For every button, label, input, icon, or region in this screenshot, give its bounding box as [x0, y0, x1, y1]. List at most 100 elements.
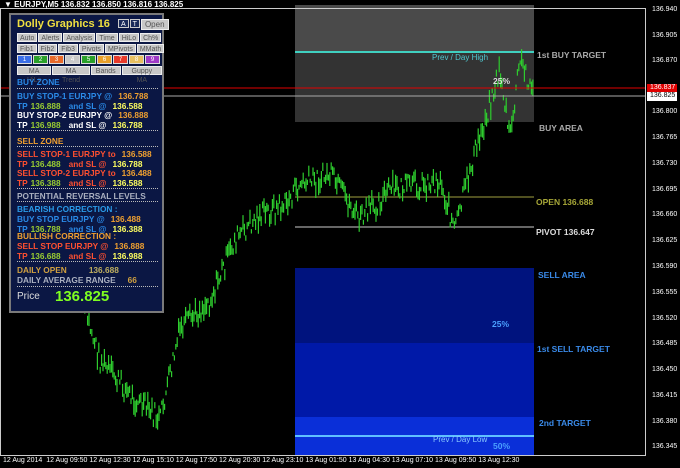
order-text: BUY STOP EURJPY @: [17, 214, 105, 224]
order-sell1-tp-sl: TP 136.488 and SL @ 136.788: [17, 159, 143, 169]
y-tick-label: 136.485: [652, 340, 678, 347]
tp-label: TP: [17, 250, 28, 261]
pivot-label: PIVOT 136.647: [536, 227, 595, 237]
color-button-8[interactable]: 8: [129, 55, 144, 64]
bid-price-label: 136.825: [650, 92, 676, 99]
x-tick-label: 12 Aug 12:30: [89, 457, 131, 464]
prev-day-high-label: Prev / Day High: [432, 53, 489, 62]
y-tick-label: 136.695: [652, 186, 678, 193]
order-text: BUY STOP-2 EURJPY @: [17, 110, 113, 120]
order-price: 136.888: [114, 241, 145, 251]
sell-area-label: SELL AREA: [538, 270, 586, 280]
color-button-2[interactable]: 2: [33, 55, 48, 64]
tp-label: TP: [17, 177, 28, 188]
sl-label: and SL @: [68, 158, 107, 169]
panel-button-mmath[interactable]: MMath: [136, 44, 165, 53]
tp-value: 136.688: [30, 250, 61, 261]
x-tick-label: 12 Aug 20:30: [219, 457, 261, 464]
ask-price-label: 136.837: [650, 84, 676, 91]
panel-button-analysis[interactable]: Analysis: [63, 33, 96, 42]
dar-value: 66: [127, 275, 137, 285]
y-tick-label: 136.590: [652, 263, 678, 270]
color-button-6[interactable]: 6: [97, 55, 112, 64]
panel-button-auto[interactable]: Auto: [17, 33, 38, 42]
panel-button-fib2[interactable]: Fib2: [37, 44, 58, 53]
y-tick-label: 136.450: [652, 366, 678, 373]
order-bear: BUY STOP EURJPY @ 136.488: [17, 214, 141, 224]
panel-button-ma-hilo[interactable]: MA HiLo: [17, 66, 52, 84]
second-target-label: 2nd TARGET: [539, 418, 591, 428]
panel-button-ch-[interactable]: Ch%: [140, 33, 162, 42]
x-tick-label: 13 Aug 09:50: [435, 457, 477, 464]
panel-button-fib3[interactable]: Fib3: [58, 44, 78, 53]
buy-area-label: BUY AREA: [539, 123, 583, 133]
buy-area-zone: [295, 52, 534, 122]
y-tick-label: 136.905: [652, 32, 678, 39]
buy-zone-upper: [295, 5, 534, 52]
divider: [17, 201, 158, 202]
order-buy2-tp-sl: TP 136.988 and SL @ 136.788: [17, 120, 143, 130]
x-tick-label: 13 Aug 12:30: [478, 457, 520, 464]
y-tick-label: 136.660: [652, 211, 678, 218]
divider: [17, 130, 158, 131]
y-tick-label: 136.520: [652, 315, 678, 322]
sl-value: 136.388: [112, 223, 143, 234]
x-tick-label: 12 Aug 15:10: [132, 457, 174, 464]
panel-button-hilo[interactable]: HiLo: [118, 33, 140, 42]
tp-label: TP: [17, 100, 28, 111]
y-tick-label: 136.380: [652, 418, 678, 425]
panel-button-alerts[interactable]: Alerts: [38, 33, 63, 42]
order-sell2-tp-sl: TP 136.388 and SL @ 136.588: [17, 178, 143, 188]
color-button-7[interactable]: 7: [113, 55, 128, 64]
panel-button-bands[interactable]: Bands: [90, 66, 121, 75]
order-price: 136.588: [121, 149, 152, 159]
open-button[interactable]: Open: [140, 19, 169, 30]
prev-day-low-label: Prev / Day Low: [433, 435, 488, 444]
order-price: 136.888: [118, 110, 149, 120]
y-tick-label: 136.940: [652, 6, 678, 13]
low-50-label: 50%: [493, 441, 511, 451]
tp-label: TP: [17, 119, 28, 130]
sell-target-zone: [295, 343, 534, 417]
potential-reversal-heading: POTENTIAL REVERSAL LEVELS: [17, 191, 146, 201]
panel-button-pivots[interactable]: Pivots: [78, 44, 104, 53]
y-tick-label: 136.625: [652, 237, 678, 244]
panel-button-ma-trend[interactable]: MA Trend: [52, 66, 90, 84]
order-price: 136.488: [121, 168, 152, 178]
panel-button-guppy-ma[interactable]: Guppy MA: [121, 66, 162, 84]
order-buy2: BUY STOP-2 EURJPY @ 136.888: [17, 110, 148, 120]
order-sell2: SELL STOP-2 EURJPY to 136.488: [17, 168, 152, 178]
sl-label: and SL @: [68, 250, 107, 261]
a-button[interactable]: A: [118, 19, 129, 28]
panel-button-fib1[interactable]: Fib1: [17, 44, 37, 53]
sell-25-label: 25%: [492, 319, 510, 329]
x-tick-label: 12 Aug 23:10: [262, 457, 304, 464]
order-text: BUY STOP-1 EURJPY @: [17, 91, 113, 101]
y-tick-label: 136.345: [652, 443, 678, 450]
dolly-graphics-panel: Dolly Graphics 16 A T Open Auto Alerts Ana…: [9, 13, 169, 313]
order-text: SELL STOP-2 EURJPY to: [17, 168, 116, 178]
color-button-4[interactable]: 4: [65, 55, 80, 64]
color-button-1[interactable]: 1: [17, 55, 32, 64]
divider: [17, 146, 158, 147]
x-tick-label: 12 Aug 17:50: [175, 457, 218, 464]
y-tick-label: 136.870: [652, 57, 678, 64]
y-tick-label: 136.415: [652, 392, 678, 399]
color-button-5[interactable]: 5: [81, 55, 96, 64]
sl-label: and SL @: [68, 100, 107, 111]
color-button-3[interactable]: 3: [49, 55, 64, 64]
color-button-9[interactable]: 9: [145, 55, 160, 64]
panel-button-time[interactable]: Time: [96, 33, 118, 42]
order-text: SELL STOP EURJPY @: [17, 241, 109, 251]
buy-25-label: 25%: [493, 76, 511, 86]
divider: [17, 188, 158, 189]
order-text: SELL STOP-1 EURJPY to: [17, 149, 116, 159]
dar-label: DAILY AVERAGE RANGE 66: [17, 275, 137, 285]
bearish-heading: BEARISH CORRECTION :: [17, 204, 118, 214]
x-tick-label: 13 Aug 07:10: [391, 457, 434, 464]
daily-open-label: DAILY OPEN 136.688: [17, 265, 119, 275]
t-button[interactable]: T: [129, 19, 140, 28]
tp-value: 136.988: [30, 119, 61, 130]
sl-value: 136.788: [112, 158, 143, 169]
panel-button-mpivots[interactable]: MPivots: [104, 44, 136, 53]
